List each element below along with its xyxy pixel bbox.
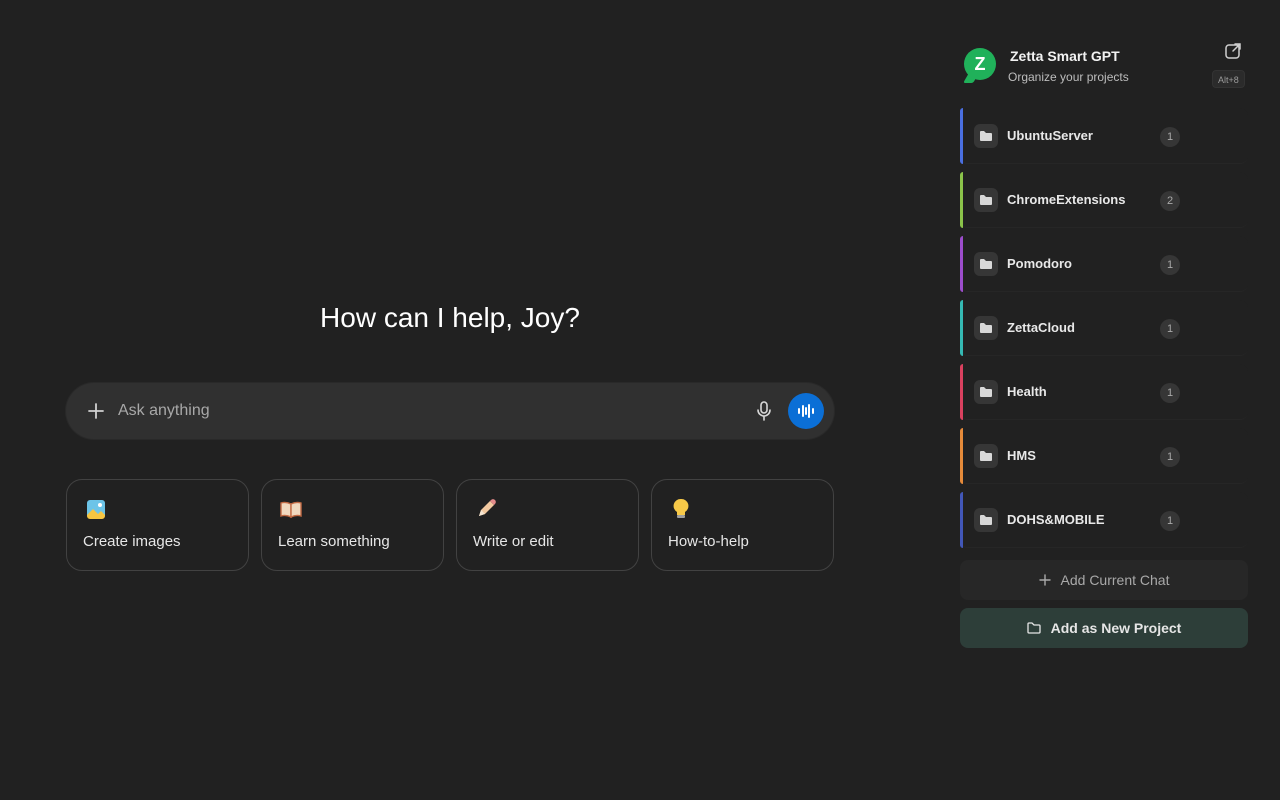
folder-icon [974, 252, 998, 276]
project-count-badge: 1 [1160, 255, 1180, 275]
greeting-heading: How can I help, Joy? [320, 302, 580, 333]
project-item[interactable]: DOHS&MOBILE 1 [960, 492, 1248, 548]
project-name: ZettaCloud [1007, 320, 1075, 335]
folder-icon [974, 124, 998, 148]
new-window-icon[interactable] [1224, 42, 1242, 60]
project-count-badge: 1 [1160, 447, 1180, 467]
add-current-chat-button[interactable]: Add Current Chat [960, 560, 1248, 600]
projects-sidebar: Z Zetta Smart GPT Organize your projects… [952, 30, 1256, 670]
image-icon [87, 500, 105, 519]
ask-input[interactable] [118, 397, 718, 425]
composer [66, 383, 834, 439]
card-label: Write or edit [473, 533, 554, 550]
attach-plus-button[interactable] [84, 399, 108, 423]
shortcut-badge: Alt+8 [1212, 70, 1245, 88]
project-color-bar [960, 428, 963, 484]
lightbulb-icon [673, 498, 689, 518]
microphone-icon [757, 401, 771, 421]
card-learn-something[interactable]: Learn something [261, 479, 444, 571]
project-name: HMS [1007, 448, 1036, 463]
project-item[interactable]: ChromeExtensions 2 [960, 172, 1248, 228]
project-count-badge: 1 [1160, 511, 1180, 531]
card-label: How-to-help [668, 533, 749, 550]
project-name: ChromeExtensions [1007, 192, 1126, 207]
card-label: Create images [83, 533, 181, 550]
project-item[interactable]: HMS 1 [960, 428, 1248, 484]
card-write-or-edit[interactable]: Write or edit [456, 479, 639, 571]
project-count-badge: 1 [1160, 127, 1180, 147]
card-how-to-help[interactable]: How-to-help [651, 479, 834, 571]
project-color-bar [960, 236, 963, 292]
voice-mode-button[interactable] [788, 393, 824, 429]
project-item[interactable]: Health 1 [960, 364, 1248, 420]
zetta-logo: Z [964, 48, 996, 80]
folder-icon [974, 380, 998, 404]
card-label: Learn something [278, 533, 390, 550]
project-color-bar [960, 108, 963, 164]
project-color-bar [960, 492, 963, 548]
project-count-badge: 2 [1160, 191, 1180, 211]
project-count-badge: 1 [1160, 319, 1180, 339]
project-name: Health [1007, 384, 1047, 399]
project-count-badge: 1 [1160, 383, 1180, 403]
waveform-icon [798, 404, 814, 418]
folder-icon [974, 444, 998, 468]
project-color-bar [960, 364, 963, 420]
mic-button[interactable] [752, 399, 776, 423]
folder-icon [974, 188, 998, 212]
plus-icon [1038, 574, 1051, 586]
pencil-icon [479, 499, 496, 516]
project-name: Pomodoro [1007, 256, 1072, 271]
project-color-bar [960, 172, 963, 228]
add-new-project-button[interactable]: Add as New Project [960, 608, 1248, 648]
plus-icon [88, 403, 104, 419]
add-new-project-label: Add as New Project [1050, 620, 1182, 636]
sidebar-header: Z Zetta Smart GPT Organize your projects… [952, 30, 1256, 100]
project-name: UbuntuServer [1007, 128, 1093, 143]
project-item[interactable]: Pomodoro 1 [960, 236, 1248, 292]
folder-icon [974, 508, 998, 532]
main-area: How can I help, Joy? Create images [0, 0, 900, 800]
project-name: DOHS&MOBILE [1007, 512, 1105, 527]
project-item[interactable]: UbuntuServer 1 [960, 108, 1248, 164]
folder-outline-icon [1026, 622, 1041, 634]
project-item[interactable]: ZettaCloud 1 [960, 300, 1248, 356]
project-color-bar [960, 300, 963, 356]
app-title: Zetta Smart GPT [1010, 48, 1120, 64]
card-create-images[interactable]: Create images [66, 479, 249, 571]
folder-icon [974, 316, 998, 340]
book-icon [280, 501, 302, 519]
app-subtitle: Organize your projects [1008, 70, 1129, 84]
add-current-chat-label: Add Current Chat [1060, 572, 1170, 588]
suggestion-cards: Create images Learn something Write or e… [66, 479, 834, 571]
